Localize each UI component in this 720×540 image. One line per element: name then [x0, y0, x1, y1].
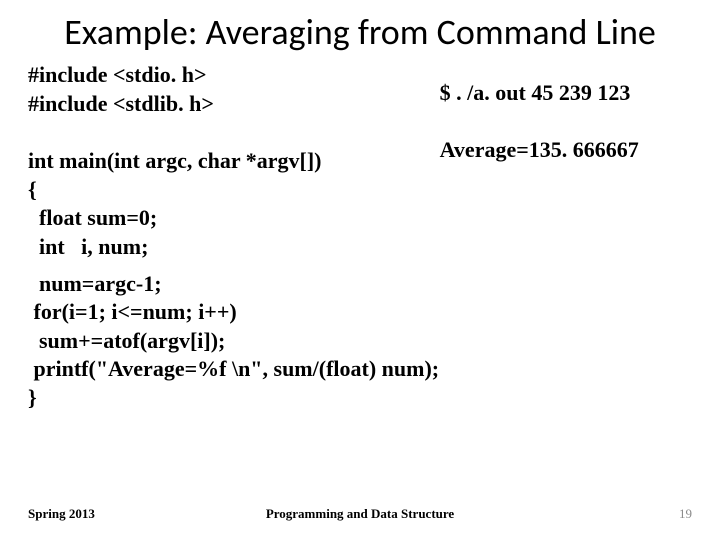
output-column: $ . /a. out 45 239 123 Average=135. 6666…: [440, 61, 692, 261]
content-area: #include <stdio. h> #include <stdlib. h>…: [28, 61, 692, 261]
command-line: $ . /a. out 45 239 123: [440, 79, 692, 108]
footer-course: Programming and Data Structure: [0, 506, 720, 522]
page-number: 19: [679, 506, 692, 522]
slide: Example: Averaging from Command Line #in…: [0, 0, 720, 540]
code-block-1: #include <stdio. h> #include <stdlib. h>…: [28, 61, 440, 261]
slide-title: Example: Averaging from Command Line: [28, 12, 692, 61]
output-result: Average=135. 666667: [440, 136, 692, 165]
code-block-2: num=argc-1; for(i=1; i<=num; i++) sum+=a…: [28, 270, 692, 413]
code-column: #include <stdio. h> #include <stdlib. h>…: [28, 61, 440, 261]
